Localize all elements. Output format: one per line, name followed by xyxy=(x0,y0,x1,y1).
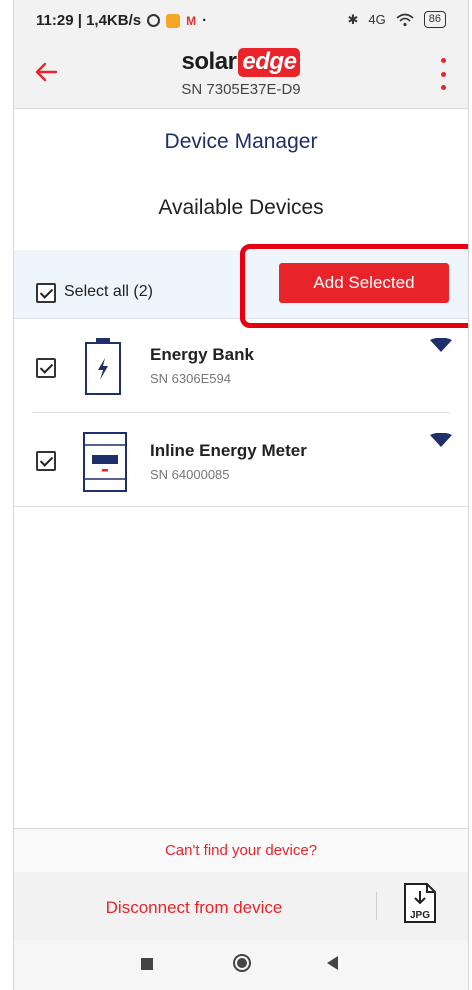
page-title: Device Manager xyxy=(164,130,318,153)
battery-indicator: 86 xyxy=(423,11,446,28)
device-checkbox[interactable] xyxy=(36,451,56,471)
status-bar: 11:29 | 1,4KB/s M · ✱ 4G 86 xyxy=(14,0,468,40)
system-nav-bar xyxy=(14,940,468,990)
signal-icon: 4G xyxy=(368,12,386,27)
meter-icon xyxy=(83,432,127,492)
select-all-label[interactable]: Select all (2) xyxy=(64,283,153,301)
overflow-menu-icon[interactable] xyxy=(440,58,446,90)
device-row-inline-energy-meter[interactable]: Inline Energy Meter SN 64000085 xyxy=(14,413,468,503)
device-checkbox[interactable] xyxy=(36,358,56,378)
status-left: 11:29 | 1,4KB/s M · xyxy=(36,12,207,29)
logo-solar: solar xyxy=(181,48,237,75)
list-end-divider xyxy=(14,506,468,507)
footer-bar: Disconnect from device JPG xyxy=(14,872,468,944)
cant-find-device-link[interactable]: Can't find your device? xyxy=(14,828,468,874)
bluetooth-icon: ✱ xyxy=(347,11,359,27)
logo-edge: edge xyxy=(238,48,301,77)
alarm-icon xyxy=(147,14,161,27)
wifi-signal-icon xyxy=(430,433,452,447)
header-serial: SN 7305E37E-D9 xyxy=(181,81,301,98)
status-right: ✱ 4G 86 xyxy=(347,11,446,28)
phone-screen: 11:29 | 1,4KB/s M · ✱ 4G 86 solar edge SN… xyxy=(13,0,469,990)
device-name: Energy Bank xyxy=(150,345,254,364)
more-notifications-icon: · xyxy=(202,12,208,29)
battery-icon xyxy=(85,338,121,395)
select-all-checkbox[interactable] xyxy=(36,283,56,303)
highlight-annotation xyxy=(240,244,468,328)
home-icon[interactable] xyxy=(233,954,251,972)
device-serial: SN 6306E594 xyxy=(150,371,231,386)
app-header: solar edge SN 7305E37E-D9 xyxy=(14,40,468,109)
disconnect-button[interactable]: Disconnect from device xyxy=(14,898,374,918)
gmail-icon: M xyxy=(186,13,197,28)
section-subtitle: Available Devices xyxy=(158,196,324,219)
app-notification-icon xyxy=(166,13,181,28)
wifi-status-icon xyxy=(396,13,414,26)
device-name: Inline Energy Meter xyxy=(150,441,307,460)
jpg-label: JPG xyxy=(410,910,430,921)
device-serial: SN 64000085 xyxy=(150,467,230,482)
solaredge-logo: solar edge xyxy=(14,48,468,77)
wifi-signal-icon xyxy=(430,338,452,352)
recents-icon[interactable] xyxy=(141,958,153,970)
jpg-export-icon[interactable]: JPG xyxy=(403,882,437,924)
status-time: 11:29 | 1,4KB/s xyxy=(36,12,142,29)
nav-back-icon[interactable] xyxy=(327,956,338,970)
device-row-energy-bank[interactable]: Energy Bank SN 6306E594 xyxy=(14,320,468,410)
footer-separator xyxy=(376,892,377,920)
